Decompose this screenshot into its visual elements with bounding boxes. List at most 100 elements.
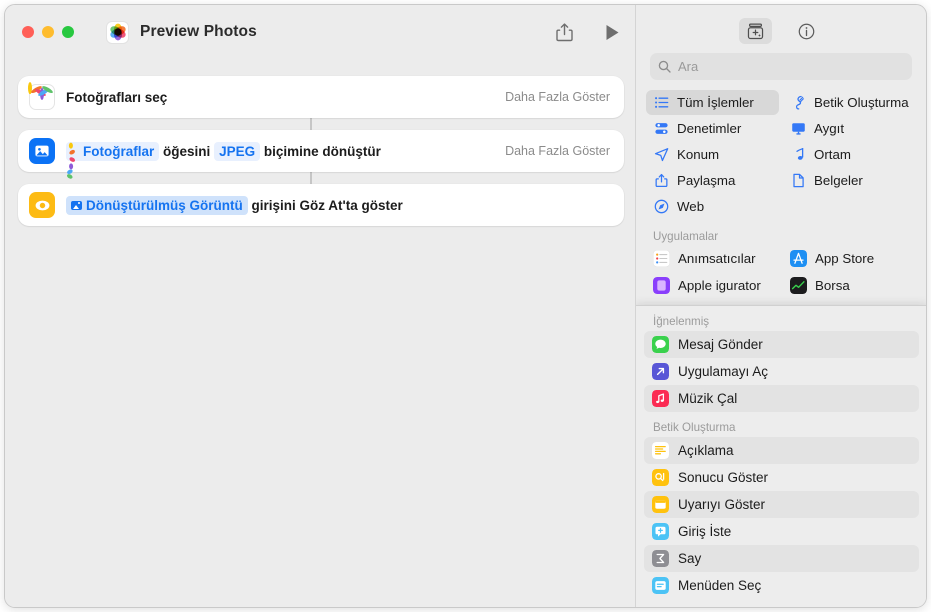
scripting-section-header: Betik Oluşturma [653,421,736,434]
apps-grid: Anımsatıcılar App Store Apple igurator Bors… [646,246,916,298]
play-icon[interactable] [601,21,623,43]
action-text: Fotoğrafları seç [66,89,168,105]
action-variable-token[interactable]: JPEG [214,141,261,161]
search-icon [658,60,671,73]
category-item-list[interactable]: Tüm İşlemler [646,90,779,115]
category-label: Denetimler [677,121,742,136]
category-label: Ortam [814,147,851,162]
photos-petal [68,142,74,149]
share-icon [653,173,669,189]
category-item-controls[interactable]: Denetimler [646,116,779,141]
library-action-row[interactable]: Uyarıyı Göster [644,491,919,518]
action-label: Açıklama [678,443,734,458]
action-label: Sonucu Göster [678,470,769,485]
app-item[interactable]: Borsa [783,273,916,298]
show-more-button[interactable]: Daha Fazla Göster [489,90,610,104]
ask-for-input-icon [652,523,669,540]
window-title: Preview Photos [140,23,257,40]
app-label: Apple igurator [678,278,761,293]
category-item-media-note[interactable]: Ortam [783,142,916,167]
workflow-action-card[interactable]: Fotoğrafları seç Daha Fazla Göster [18,76,624,118]
action-variable-token[interactable]: Fotoğraflar [66,141,160,181]
apps-section-header: Uygulamalar [653,230,719,243]
device-icon [790,121,806,137]
library-action-row[interactable]: Müzik Çal [644,385,919,412]
app-store-icon [790,250,807,267]
action-variable-token[interactable]: Dönüştürülmüş Görüntü [66,195,248,215]
quick-look-icon [29,192,55,218]
app-label: App Store [815,251,875,266]
show-alert-icon [652,496,669,513]
category-label: Betik Oluşturma [814,95,909,110]
action-label: Giriş İste [678,524,732,539]
messages-icon [652,336,669,353]
app-item[interactable]: App Store [783,246,916,271]
list-icon [653,95,669,111]
action-label: Uygulamayı Aç [678,364,769,379]
action-description: Fotoğraflar öğesini JPEG biçimine dönüşt… [66,141,381,181]
library-action-row[interactable]: Menüden Seç [644,572,919,599]
category-item-scripting[interactable]: Betik Oluşturma [783,90,916,115]
info-circle-icon[interactable] [790,18,823,44]
screenshot-root: Preview Photos Fotoğrafları seç Daha Fazl… [0,0,931,612]
scripting-icon [790,95,806,111]
category-item-document[interactable]: Belgeler [783,168,916,193]
action-label: Mesaj Gönder [678,337,763,352]
library-action-row[interactable]: Sonucu Göster [644,464,919,491]
comment-icon [652,442,669,459]
search-field[interactable] [650,53,912,80]
action-list: Fotoğrafları seç Daha Fazla Göster Fotoğra… [18,76,624,226]
show-more-button[interactable]: Daha Fazla Göster [489,144,610,158]
token-label: Dönüştürülmüş Görüntü [86,197,243,213]
category-item-share[interactable]: Paylaşma [646,168,779,193]
app-item[interactable]: Anımsatıcılar [646,246,779,271]
action-text: biçimine dönüştür [263,143,381,159]
window-titlebar: Preview Photos [5,5,637,59]
workflow-action-card[interactable]: Fotoğraflar öğesini JPEG biçimine dönüşt… [18,130,624,181]
media-note-icon [790,147,806,163]
library-action-row[interactable]: Mesaj Gönder [644,331,919,358]
photos-petal [68,149,76,156]
pinned-list: Mesaj Gönder Uygulamayı Aç Müzik Çal [644,331,919,412]
photos-icon [106,20,129,44]
image-icon [71,200,82,210]
library-action-row[interactable]: Uygulamayı Aç [644,358,919,385]
category-item-safari-compass[interactable]: Web [646,194,779,219]
search-input[interactable] [678,59,904,74]
action-connector [310,172,312,184]
action-label: Menüden Seç [678,578,762,593]
token-label: Fotoğraflar [83,143,155,159]
app-item[interactable]: Apple igurator [646,273,779,298]
library-action-row[interactable]: Açıklama [644,437,919,464]
stocks-icon [790,277,807,294]
zoom-window-button[interactable] [62,26,74,38]
shortcuts-window: Preview Photos Fotoğrafları seç Daha Fazl… [4,4,927,608]
category-item-location[interactable]: Konum [646,142,779,167]
controls-icon [653,121,669,137]
app-label: Anımsatıcılar [678,251,756,266]
action-text: öğesini [163,143,211,159]
share-icon[interactable] [553,21,575,43]
action-library-sidebar: Tüm İşlemler Betik Oluşturma Denetimler Ayg… [635,5,926,607]
category-item-device[interactable]: Aygıt [783,116,916,141]
category-label: Paylaşma [677,173,736,188]
apple-configurator-icon [653,277,670,294]
action-description: Fotoğrafları seç [66,90,167,105]
library-action-row[interactable]: Say [644,545,919,572]
category-label: Belgeler [814,173,863,188]
category-label: Tüm İşlemler [677,95,754,110]
action-connector [310,118,312,130]
category-grid: Tüm İşlemler Betik Oluşturma Denetimler Ayg… [646,90,916,219]
category-label: Konum [677,147,720,162]
convert-image-icon [29,138,55,164]
library-icon[interactable] [739,18,772,44]
choose-from-menu-icon [652,577,669,594]
close-window-button[interactable] [22,26,34,38]
minimize-window-button[interactable] [42,26,54,38]
library-action-row[interactable]: Giriş İste [644,518,919,545]
titlebar-actions [553,5,623,59]
workflow-action-card[interactable]: Dönüştürülmüş Görüntü girişini Göz At'ta… [18,184,624,226]
show-result-icon [652,469,669,486]
action-text: girişini Göz At'ta göster [251,197,403,213]
category-label: Web [677,199,705,214]
